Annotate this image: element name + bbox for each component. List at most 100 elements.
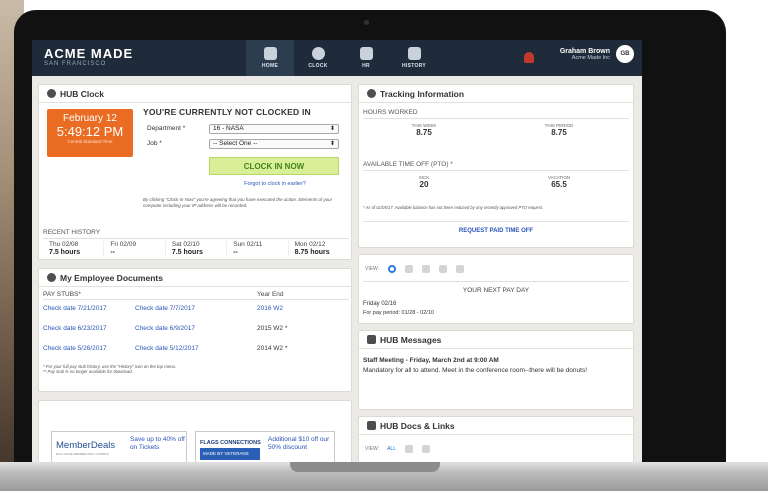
history-day: Thu 02/08 7.5 hours [43,241,105,256]
pay-stub-link[interactable]: Check date 7/7/2017 [135,305,195,312]
year-end-label: Year End [257,291,284,298]
promotions-card: MemberDeals EXCLUSIVE MEMBER ONLY OFFERS… [38,400,352,466]
history-day: Sun 02/11 -- [227,241,289,256]
request-pto-button[interactable]: REQUEST PAID TIME OFF [363,228,629,234]
department-select[interactable]: 16 - NASA ⬍ [209,124,339,134]
year-end-item: 2015 W2 * [257,325,288,332]
hub-messages-card: HUB Messages Staff Meeting - Friday, Mar… [358,330,634,410]
history-day: Sat 02/10 7.5 hours [166,241,228,256]
promo-memberdeals[interactable]: MemberDeals EXCLUSIVE MEMBER ONLY OFFERS… [51,431,187,466]
pay-stub-link[interactable]: Check date 7/21/2017 [43,305,107,312]
history-hours: 7.5 hours [171,249,203,256]
nav-hr[interactable]: HR [342,40,390,76]
clock-status: YOU'RE CURRENTLY NOT CLOCKED IN [143,107,311,117]
messages-title: HUB Messages [380,334,442,345]
bag-view-icon[interactable] [456,265,465,273]
pto-label: AVAILABLE TIME OFF (PTO) * [363,161,453,168]
clock-in-disclaimer: By clicking "Clock In Now" you're agreei… [143,197,333,208]
tracking-title: Tracking Information [380,88,465,99]
divider [363,221,629,222]
divider [363,118,629,119]
phone-view-icon[interactable] [405,265,414,273]
brand-logo[interactable]: ACME MADE SAN FRANCISCO [44,46,133,67]
history-hours: 7.5 hours [49,249,81,256]
document-icon [367,421,376,430]
job-label: Job * [147,140,162,147]
laptop-frame: ACME MADE SAN FRANCISCO HOME CLOCK HR HI… [14,10,726,466]
current-time-box: February 12 5:49:12 PM Central Standard … [47,109,133,157]
history-date: Fri 02/09 [110,241,137,248]
money-icon [47,273,56,282]
user-menu[interactable]: Graham Brown Acme Made Inc GB [560,45,634,63]
job-select[interactable]: -- Select One -- ⬍ [209,139,339,149]
payday-view-icon[interactable] [388,265,397,273]
person-view-icon[interactable] [421,445,430,453]
history-date: Sat 02/10 [171,241,200,248]
pay-stub-link[interactable]: Check date 5/12/2017 [135,345,199,352]
timezone: Central Standard Time [67,139,113,144]
nav-clock[interactable]: CLOCK [294,40,342,76]
promo-brand-sub: EXCLUSIVE MEMBER ONLY OFFERS [56,452,109,456]
department-value: 16 - NASA [213,125,244,132]
user-company: Acme Made Inc [571,54,610,61]
hub-clock-card: HUB Clock February 12 5:49:12 PM Central… [38,84,352,260]
documents-header: PAY STUBS* Year End [43,291,349,298]
history-date: Mon 02/12 [294,241,326,248]
chevron-right-icon [47,89,56,98]
pay-day-date: Friday 02/16 [363,301,397,307]
view-label: VIEW: [365,266,380,272]
card-header: HUB Clock [39,85,351,103]
year-end-link[interactable]: 2016 W2 [257,305,283,312]
history-hours: 8.75 hours [294,249,330,256]
history-date: Thu 02/08 [49,241,79,248]
clock-in-button[interactable]: CLOCK IN NOW [209,157,339,175]
department-label: Department * [147,125,186,132]
history-day: Fri 02/09 -- [104,241,166,256]
pay-stub-link[interactable]: Check date 6/23/2017 [43,325,107,332]
forgot-clock-in-link[interactable]: Forgot to clock in earlier? [215,181,335,187]
clock-icon [311,47,325,60]
documents-title: My Employee Documents [60,272,163,283]
documents-notes: * For your full pay stub history, use th… [43,364,176,375]
message-headline: Staff Meeting - Friday, March 2nd at 9:0… [363,357,499,364]
avatar[interactable]: GB [616,45,634,63]
history-hours: -- [233,249,238,256]
stat-value: 20 [419,180,429,189]
nav-label: CLOCK [308,63,328,69]
hub-docs-card: HUB Docs & Links VIEW: ALL [358,416,634,466]
vacation-stat: VACATION 65.5 [499,175,619,189]
pay-stubs-label: PAY STUBS* [43,291,81,298]
nav-label: HISTORY [401,63,427,69]
nav-home[interactable]: HOME [246,40,294,76]
promo-brand-sub: MADE BY VETERANS [200,448,260,460]
card-header: HUB Messages [359,331,633,349]
promo-flags-connections[interactable]: FLAGS CONNECTIONS MADE BY VETERANS Addit… [195,431,335,466]
download-view-icon[interactable] [439,265,448,273]
docs-view-switcher: VIEW: ALL [365,445,430,453]
history-icon [407,47,421,60]
history-day: Mon 02/12 8.75 hours [289,241,349,256]
brand-subtitle: SAN FRANCISCO [44,61,107,67]
stat-value: 8.75 [416,128,432,137]
notification-bell-icon[interactable] [524,52,534,63]
note: ** Pay stub is no longer available for d… [43,369,133,375]
laptop-notch [290,462,440,472]
hub-clock-title: HUB Clock [60,88,104,99]
image-view-icon[interactable] [422,265,431,273]
pay-stub-link[interactable]: Check date 5/26/2017 [43,345,107,352]
divider [43,299,349,300]
job-value: -- Select One -- [213,140,258,147]
main-nav: HOME CLOCK HR HISTORY [246,40,438,76]
promo-brand: MemberDeals [56,440,116,451]
briefcase-view-icon[interactable] [404,445,413,453]
nav-history[interactable]: HISTORY [390,40,438,76]
view-all-tab[interactable]: ALL [387,446,396,452]
divider [43,238,349,239]
user-name: Graham Brown [559,47,610,55]
top-navigation-bar: ACME MADE SAN FRANCISCO HOME CLOCK HR HI… [32,40,642,76]
history-hours: -- [110,249,116,256]
hours-worked-label: HOURS WORKED [363,109,418,116]
pay-day-card: VIEW: YOUR NEXT PAY DAY Friday 02/16 For… [358,254,634,324]
pay-stub-link[interactable]: Check date 6/9/2017 [135,325,195,332]
pto-note: * As of 01/05/17. Available balance has … [363,205,544,210]
